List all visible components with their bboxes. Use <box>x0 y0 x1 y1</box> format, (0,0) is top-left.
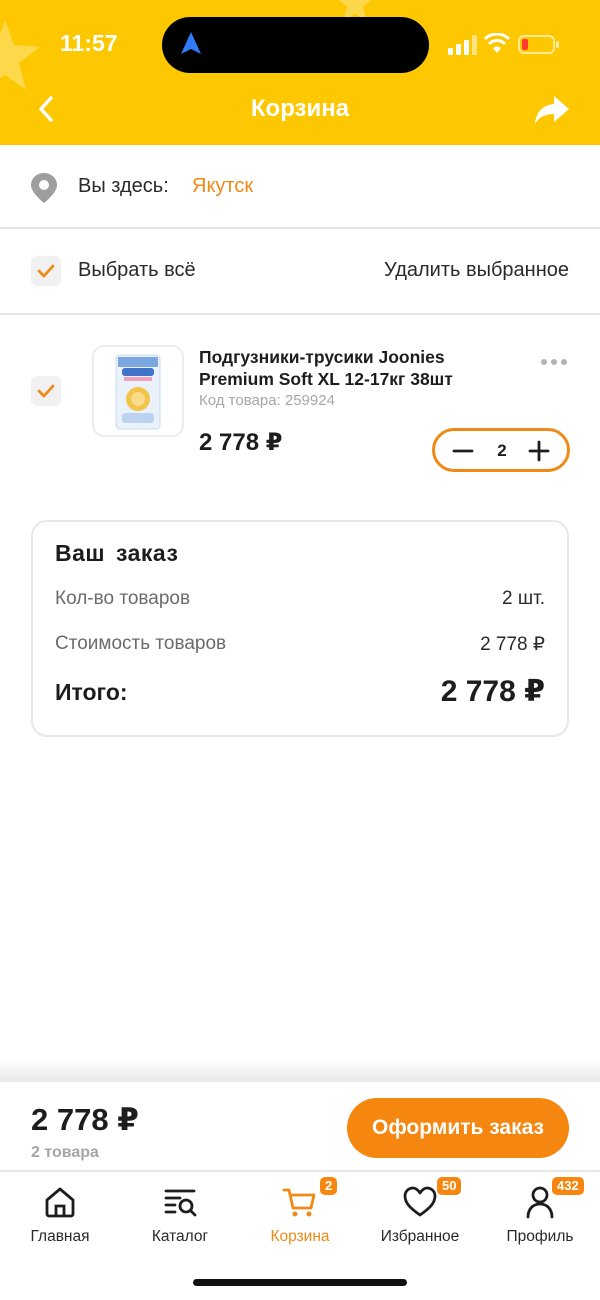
heart-icon <box>403 1186 437 1217</box>
dynamic-island <box>162 17 429 73</box>
checkmark-icon <box>37 264 55 278</box>
catalog-search-icon <box>164 1189 197 1217</box>
total-label: Итого: <box>55 679 128 705</box>
tab-label: Избранное <box>380 1228 460 1245</box>
tab-home[interactable]: Главная <box>0 1174 120 1254</box>
favorites-badge: 50 <box>437 1177 462 1195</box>
share-button[interactable] <box>534 94 570 126</box>
home-indicator <box>193 1279 407 1286</box>
select-all-checkbox[interactable] <box>31 256 61 286</box>
select-all-label[interactable]: Выбрать всё <box>78 259 196 282</box>
battery-icon <box>518 35 559 54</box>
tab-label: Каталог <box>151 1228 209 1245</box>
wifi-icon <box>484 33 510 53</box>
home-icon <box>45 1187 75 1218</box>
quantity-value: 2 <box>497 441 507 460</box>
location-arrow-icon <box>181 32 201 54</box>
location-city-link[interactable]: Якутск <box>192 175 253 198</box>
items-count-label: Кол-во товаров <box>55 588 191 609</box>
items-cost-value: 2 778 ₽ <box>480 634 545 655</box>
items-cost-label: Стоимость товаров <box>55 633 227 654</box>
tab-cart[interactable]: 2 Корзина <box>240 1174 360 1254</box>
location-label: Вы здесь: <box>78 175 169 197</box>
tab-label: Профиль <box>506 1228 574 1245</box>
checkout-count: 2 товара <box>31 1144 99 1161</box>
place-order-button[interactable]: Оформить заказ <box>347 1098 569 1158</box>
product-code: Код товара: 259924 <box>199 392 335 409</box>
minus-button[interactable] <box>451 440 475 462</box>
select-all-row: Выбрать всё Удалить выбранное <box>0 229 600 315</box>
cart-badge: 2 <box>320 1177 338 1195</box>
plus-button[interactable] <box>527 439 551 463</box>
checkout-price: 2 778 ₽ <box>31 1102 139 1137</box>
product-image[interactable] <box>92 345 184 437</box>
status-time: 11:57 <box>60 30 118 56</box>
cart-icon <box>282 1188 316 1217</box>
profile-badge: 432 <box>552 1177 584 1195</box>
delete-selected-button[interactable]: Удалить выбранное <box>384 259 569 282</box>
page-title: Корзина <box>250 95 350 122</box>
map-pin-icon <box>31 173 57 203</box>
product-price: 2 778 ₽ <box>199 429 283 456</box>
location-row[interactable]: Вы здесь: Якутск <box>0 145 600 229</box>
tab-profile[interactable]: 432 Профиль <box>480 1174 600 1254</box>
tab-label: Корзина <box>270 1228 330 1245</box>
checkmark-icon <box>37 384 55 398</box>
more-options-button[interactable] <box>540 355 568 369</box>
tab-label: Главная <box>30 1228 90 1245</box>
status-indicators <box>448 32 560 56</box>
star-decoration <box>0 20 40 90</box>
checkout-shadow <box>0 1060 600 1082</box>
tab-favorites[interactable]: 50 Избранное <box>360 1174 480 1254</box>
checkout-bar: 2 778 ₽ 2 товара Оформить заказ <box>0 1082 600 1172</box>
diaper-pack-image <box>115 354 161 430</box>
order-summary: Ваш заказ Кол-во товаров 2 шт. Стоимость… <box>31 520 569 737</box>
header-bar: 11:57 Корзина <box>0 0 600 145</box>
signal-icon <box>448 35 477 55</box>
order-title: Ваш заказ <box>55 540 179 566</box>
total-value: 2 778 ₽ <box>440 675 545 708</box>
product-title[interactable]: Подгузники-трусики Joonies Premium Soft … <box>199 346 499 390</box>
quantity-stepper: 2 <box>432 428 570 472</box>
tab-catalog[interactable]: Каталог <box>120 1174 240 1254</box>
item-checkbox[interactable] <box>31 376 61 406</box>
items-count-value: 2 шт. <box>502 588 545 609</box>
